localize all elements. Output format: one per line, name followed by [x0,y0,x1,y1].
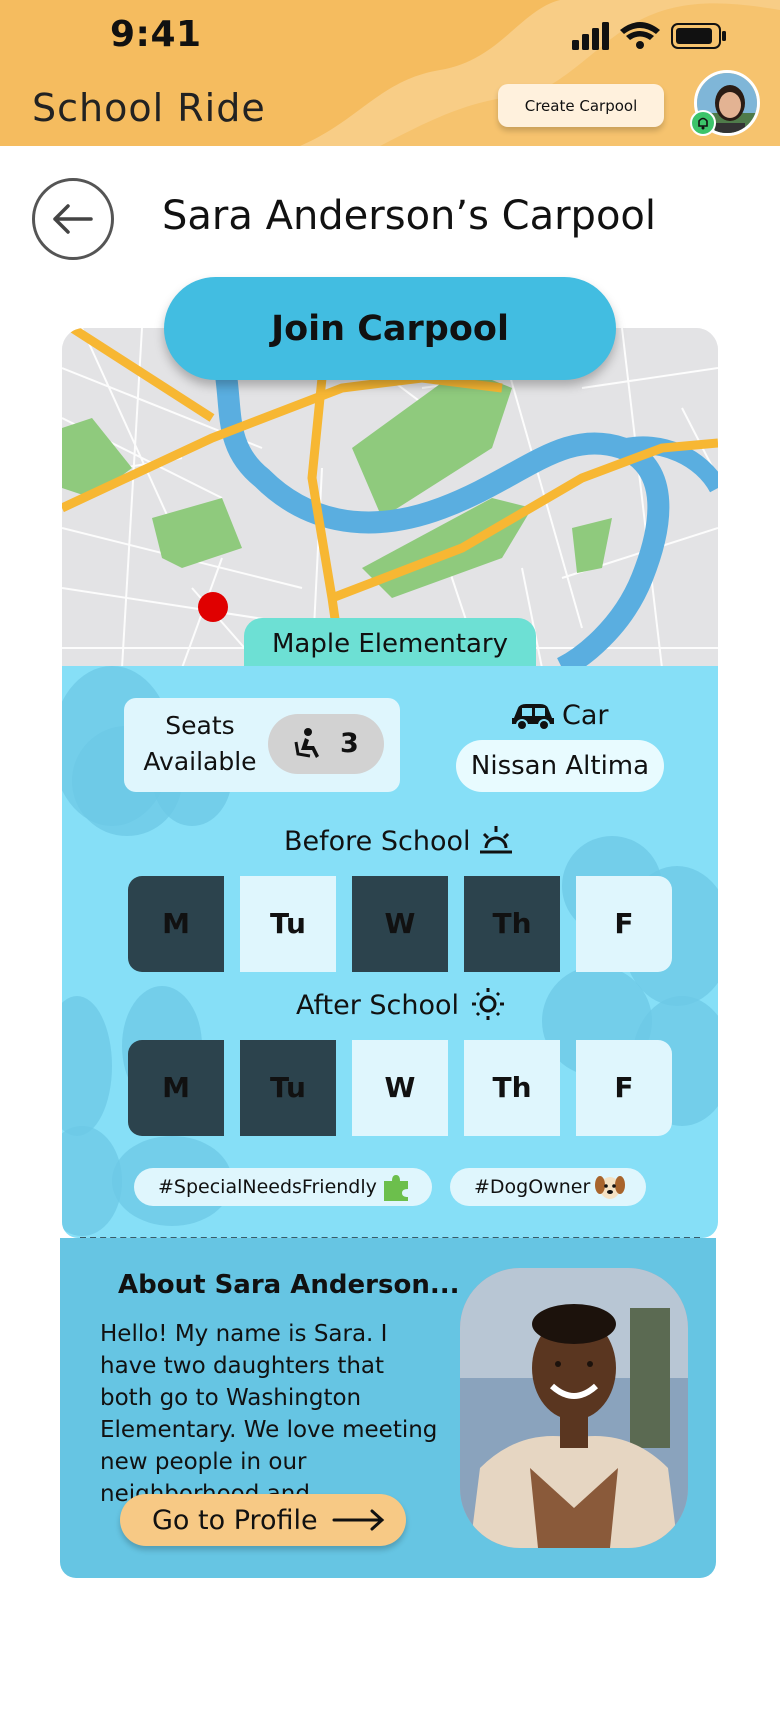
page-title: Sara Anderson’s Carpool [162,193,657,239]
back-button[interactable] [32,178,114,260]
after-day-w[interactable]: W [352,1040,448,1136]
wifi-icon [620,22,660,49]
seats-available-box: Seats Available 3 [124,698,400,792]
battery-icon [671,23,726,49]
before-day-w[interactable]: W [352,876,448,972]
after-day-th[interactable]: Th [464,1040,560,1136]
app-header: 9:41 School Ride Create Carpool [0,0,780,146]
sun-icon [472,988,504,1020]
before-school-label: Before School [284,826,471,857]
arrow-right-icon [332,1509,385,1531]
after-school-label: After School [296,990,460,1021]
after-day-tu[interactable]: Tu [240,1040,336,1136]
about-text: Hello! My name is Sara. I have two daugh… [100,1321,438,1507]
car-icon [512,704,554,730]
car-seat-icon [294,728,319,758]
car-model: Nissan Altima [456,740,664,792]
status-time: 9:41 [110,14,202,55]
create-carpool-button[interactable]: Create Carpool [498,84,664,127]
signal-icon [572,22,609,50]
before-day-th[interactable]: Th [464,876,560,972]
driver-photo-image [460,1268,688,1548]
after-day-m[interactable]: M [128,1040,224,1136]
car-label: Car [562,700,609,731]
puzzle-icon [384,1175,408,1201]
before-day-f[interactable]: F [576,876,672,972]
dog-icon [595,1176,625,1199]
seats-count: 3 [340,728,359,759]
driver-profile-photo[interactable] [460,1268,688,1548]
before-day-m[interactable]: M [128,876,224,972]
arrow-left-icon [53,204,93,234]
seats-count-pill: 3 [268,714,384,774]
sunrise-icon [480,826,512,854]
destination-school-label: Maple Elementary [244,618,536,668]
go-to-profile-button[interactable]: Go to Profile [120,1494,406,1546]
tag-dog-owner[interactable]: #DogOwner [450,1168,646,1206]
before-day-tu[interactable]: Tu [240,876,336,972]
status-icons [572,22,726,50]
about-title: About Sara Anderson... [118,1270,460,1300]
notification-bell-icon[interactable] [690,110,716,136]
carpool-info-panel: Seats Available 3 Car Nissan Altima Befo… [62,666,718,1238]
after-day-f[interactable]: F [576,1040,672,1136]
seats-available-label: Seats Available [143,711,257,776]
tag-special-needs-friendly[interactable]: #SpecialNeedsFriendly [134,1168,432,1206]
join-carpool-button[interactable]: Join Carpool [164,277,616,380]
location-pin-icon [198,592,228,622]
app-title: School Ride [32,86,266,130]
